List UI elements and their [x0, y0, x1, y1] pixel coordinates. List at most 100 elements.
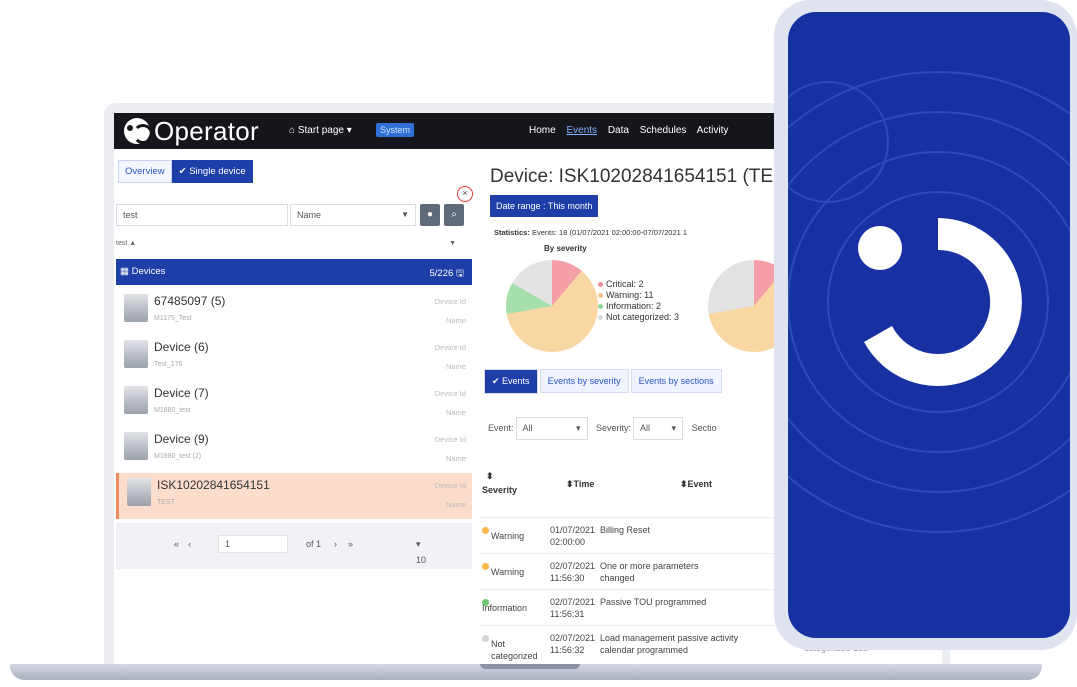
- operator-logo-icon: [124, 118, 153, 144]
- legend-item: Critical: 2: [598, 279, 679, 290]
- device-name-label: Name: [445, 408, 466, 417]
- nav-home[interactable]: Home: [529, 125, 556, 136]
- severity-cell: Not categorized: [482, 632, 546, 661]
- severity-cell: Information: [482, 596, 542, 613]
- stats-text: Events: 18 (01/07/2021 02:00:00-07/07/20…: [529, 228, 688, 237]
- severity-pie-chart: [506, 260, 598, 352]
- nav-events[interactable]: Events: [566, 125, 597, 136]
- tab-overview[interactable]: Overview: [118, 160, 172, 183]
- sort-label: test ▲: [116, 240, 137, 247]
- table-row[interactable]: Warning 01/07/2021 02:00:00 Billing Rese…: [480, 517, 790, 553]
- device-sub: M1880_test: [154, 407, 191, 414]
- search-input[interactable]: test: [116, 204, 288, 226]
- device-row[interactable]: Device (7) M1880_test Device Id Name: [116, 381, 472, 427]
- list-sort-header[interactable]: test ▲ ▼: [116, 240, 464, 247]
- view-tabs: Overview ✔ Single device: [118, 160, 253, 183]
- device-id-label: Device Id: [434, 389, 466, 398]
- main-nav: Home Events Data Schedules Activity: [529, 125, 736, 136]
- device-row[interactable]: Device (6) Test_176 Device Id Name: [116, 335, 472, 381]
- device-name-label: Name: [445, 500, 466, 509]
- settings-icon[interactable]: ●: [420, 204, 440, 226]
- pagination: « ‹ 1 of 1 › » 10 ▾: [116, 523, 472, 569]
- page-size-select[interactable]: 10 ▾: [416, 539, 426, 565]
- close-icon[interactable]: ×: [457, 186, 473, 202]
- device-name: ISK10202841654151: [157, 478, 270, 492]
- device-row[interactable]: 67485097 (5) M1175_Test Device Id Name: [116, 289, 472, 335]
- statistics-line: Statistics: Events: 18 (01/07/2021 02:00…: [494, 228, 687, 237]
- event-tabs: ✔ Events Events by severity Events by sect…: [484, 369, 724, 394]
- phone-splash-graphic: [788, 71, 1070, 533]
- legend-item: Not categorized: 3: [598, 312, 679, 323]
- device-id-label: Device Id: [434, 297, 466, 306]
- search-icon[interactable]: ⌕: [444, 204, 464, 226]
- severity-cell: Warning: [482, 524, 524, 541]
- system-badge[interactable]: System: [376, 123, 415, 137]
- legend-item: Warning: 11: [598, 290, 679, 301]
- phone-screen: [788, 12, 1070, 638]
- col-event[interactable]: ⬍ Event: [680, 479, 712, 490]
- event-cell: Passive TOU programmed: [600, 597, 707, 607]
- col-time[interactable]: ⬍ Time: [566, 479, 594, 490]
- device-id-label: Device Id: [434, 481, 466, 490]
- start-page-label: Start page: [297, 125, 344, 136]
- event-filter-label: Event:: [488, 423, 514, 433]
- nav-schedules[interactable]: Schedules: [640, 125, 687, 136]
- start-page-menu[interactable]: ⌂ Start page ▾: [289, 125, 352, 136]
- page-input[interactable]: 1: [218, 535, 288, 553]
- section-filter-label: Sectio: [691, 423, 717, 433]
- stage: Operator ⌂ Start page ▾ System Home Even…: [0, 0, 1077, 687]
- device-name-label: Name: [445, 316, 466, 325]
- time-cell: 02/07/2021 11:56:30: [550, 561, 596, 583]
- page-of-label: of 1: [306, 539, 322, 549]
- devices-count: 5/226 🖫: [429, 268, 464, 279]
- event-filter-select[interactable]: All ▾: [515, 417, 588, 440]
- sort-icon: ⬍: [486, 471, 494, 481]
- device-sub: TEST: [157, 499, 175, 506]
- device-row[interactable]: Device (9) M1880_test (2) Device Id Name: [116, 427, 472, 473]
- table-row[interactable]: Warning 02/07/2021 11:56:30 One or more …: [480, 553, 790, 589]
- device-sub: Test_176: [154, 361, 183, 368]
- time-cell: 01/07/2021 02:00:00: [550, 525, 596, 547]
- first-page-button[interactable]: «: [174, 539, 179, 549]
- device-name: Device (7): [154, 386, 209, 400]
- devices-label: Devices: [131, 266, 166, 277]
- by-severity-title: By severity: [544, 244, 587, 253]
- meter-icon: [127, 478, 151, 506]
- time-cell: 02/07/2021 11:56:32: [550, 633, 596, 655]
- devices-header: ▦ Devices 5/226 🖫: [116, 259, 472, 285]
- device-id-label: Device Id: [434, 343, 466, 352]
- last-page-button[interactable]: »: [348, 539, 353, 549]
- device-id-label: Device Id: [434, 435, 466, 444]
- device-name-label: Name: [445, 454, 466, 463]
- tab-events[interactable]: ✔ Events: [484, 369, 538, 394]
- nav-data[interactable]: Data: [608, 125, 629, 136]
- nav-activity[interactable]: Activity: [697, 125, 729, 136]
- meter-icon: [124, 432, 148, 460]
- device-name: 67485097 (5): [154, 294, 226, 308]
- device-name: Device (6): [154, 340, 209, 354]
- table-row[interactable]: Not categorized 02/07/2021 11:56:32 Load…: [480, 625, 790, 661]
- device-sub: M1880_test (2): [154, 453, 202, 460]
- tab-events-by-severity[interactable]: Events by severity: [539, 369, 629, 393]
- legend-item: Information: 2: [598, 301, 679, 312]
- search-field-select[interactable]: Name ▼: [290, 204, 416, 226]
- prev-page-button[interactable]: ‹: [188, 539, 191, 549]
- search-field-value: Name: [297, 210, 322, 220]
- event-cell: Load management passive activity calenda…: [600, 633, 739, 655]
- device-row-selected[interactable]: ISK10202841654151 TEST Device Id Name: [116, 473, 472, 519]
- severity-filter-select[interactable]: All ▾: [633, 417, 684, 440]
- tab-single-device[interactable]: ✔ Single device: [171, 160, 253, 183]
- event-cell: Billing Reset: [600, 525, 651, 535]
- col-severity[interactable]: Severity: [482, 485, 517, 495]
- laptop-base: [10, 664, 1042, 680]
- chevron-down-icon: ▼: [401, 210, 409, 219]
- tab-events-by-sections[interactable]: Events by sections: [630, 369, 722, 393]
- event-cell: One or more parameters changed: [600, 561, 699, 583]
- device-title: Device: ISK10202841654151 (TEST): [490, 166, 804, 187]
- severity-cell: Warning: [482, 560, 524, 577]
- stats-label: Statistics:: [494, 228, 530, 237]
- device-name: Device (9): [154, 432, 209, 446]
- date-range-button[interactable]: Date range : This month: [490, 195, 599, 217]
- next-page-button[interactable]: ›: [334, 539, 337, 549]
- table-row[interactable]: Information 02/07/2021 11:56:31 Passive …: [480, 589, 790, 625]
